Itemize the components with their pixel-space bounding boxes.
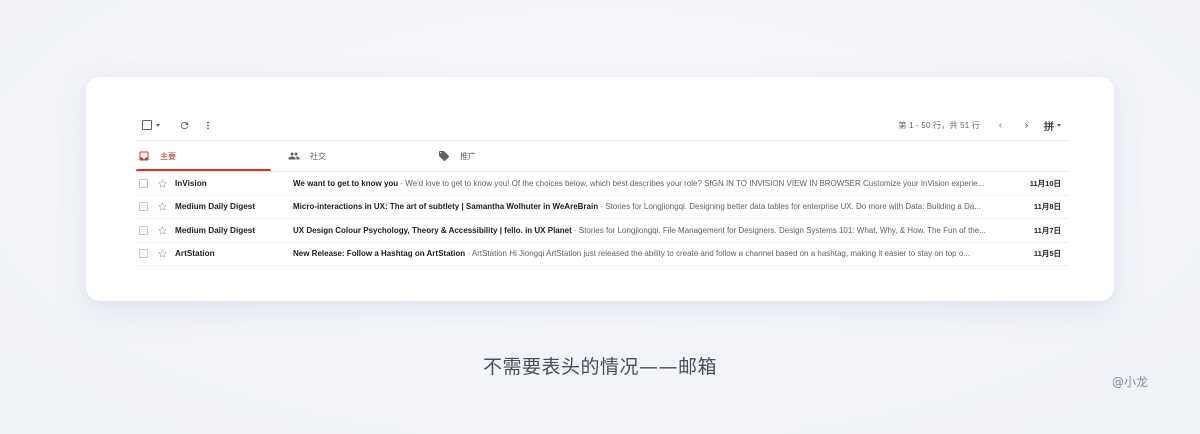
mail-subject: We want to get to know you — [293, 178, 399, 188]
mail-date: 11月8日 — [1033, 202, 1061, 212]
mail-snippet: We'd love to get to know you! Of the cho… — [405, 178, 985, 188]
slide-caption: 不需要表头的情况——邮箱 — [482, 356, 717, 378]
mail-date: 11月7日 — [1033, 225, 1061, 235]
toolbar-left — [136, 115, 218, 135]
mail-separator: - — [571, 225, 579, 235]
tab-social[interactable]: 社交 — [286, 141, 421, 171]
mail-sender: Medium Daily Digest — [175, 225, 256, 235]
mail-sender: InVision — [175, 178, 207, 188]
inbox-icon — [138, 150, 150, 162]
next-page-button[interactable] — [1016, 115, 1036, 135]
tag-icon — [438, 150, 450, 162]
checkbox-icon — [142, 120, 152, 130]
refresh-icon — [180, 121, 188, 129]
chevron-left-icon — [998, 122, 1002, 128]
mail-sender: Medium Daily Digest — [175, 202, 256, 212]
input-tools-button[interactable]: 拼 — [1044, 118, 1061, 133]
select-all-button[interactable] — [138, 115, 164, 135]
mail-snippet: Stories for Longjiongqi. Designing bette… — [605, 202, 981, 212]
mail-date: 11月5日 — [1033, 249, 1061, 259]
tab-social-label: 社交 — [310, 151, 326, 161]
author-credit: @小龙 — [1111, 375, 1148, 389]
mail-subject: Micro-interactions in UX: The art of sub… — [293, 202, 599, 212]
tab-primary-label: 主要 — [160, 151, 176, 161]
caret-down-icon — [1057, 123, 1061, 127]
mail-preview: We want to get to know you - We'd love t… — [293, 179, 1008, 188]
input-tools-label: 拼 — [1044, 121, 1054, 133]
slide: 第 1 - 50 行，共 51 行 拼 主要 社交 推广 InVision We… — [0, 0, 1200, 434]
chevron-right-icon — [1024, 122, 1028, 128]
more-vert-icon — [207, 121, 209, 129]
refresh-button[interactable] — [174, 115, 194, 135]
star-icon[interactable] — [157, 225, 168, 236]
star-icon[interactable] — [157, 248, 168, 259]
row-checkbox[interactable] — [139, 178, 148, 188]
mail-row[interactable]: ArtStation New Release: Follow a Hashtag… — [136, 243, 1069, 266]
tab-promotions-label: 推广 — [460, 151, 476, 161]
pagination-text: 第 1 - 50 行，共 51 行 — [898, 120, 980, 130]
tab-promotions[interactable]: 推广 — [436, 141, 571, 171]
mail-date: 11月10日 — [1029, 178, 1061, 188]
mail-row[interactable]: Medium Daily Digest Micro-interactions i… — [136, 196, 1069, 219]
caret-down-icon — [156, 123, 160, 127]
mail-preview: UX Design Colour Psychology, Theory & Ac… — [293, 226, 1008, 235]
mail-preview: New Release: Follow a Hashtag on ArtStat… — [293, 249, 1008, 258]
mail-separator: - — [465, 249, 472, 259]
mail-toolbar: 第 1 - 50 行，共 51 行 拼 — [136, 115, 1061, 135]
star-icon[interactable] — [157, 178, 168, 189]
mail-snippet: ArtStation Hi Jiongqi ArtStation just re… — [471, 249, 970, 259]
mail-row[interactable]: Medium Daily Digest UX Design Colour Psy… — [136, 219, 1069, 243]
mail-subject: UX Design Colour Psychology, Theory & Ac… — [293, 225, 572, 235]
star-icon[interactable] — [157, 201, 168, 212]
mail-list: InVision We want to get to know you - We… — [136, 172, 1069, 266]
toolbar-right: 第 1 - 50 行，共 51 行 拼 — [898, 115, 1061, 135]
mail-snippet: Stories for Longjiongqi. File Management… — [578, 225, 986, 235]
mail-preview: Micro-interactions in UX: The art of sub… — [293, 202, 1008, 211]
row-checkbox[interactable] — [139, 202, 148, 212]
category-tabs: 主要 社交 推广 — [136, 141, 1069, 171]
mail-subject: New Release: Follow a Hashtag on ArtStat… — [293, 249, 466, 259]
mail-sender: ArtStation — [175, 249, 215, 259]
mail-row[interactable]: InVision We want to get to know you - We… — [136, 172, 1069, 196]
prev-page-button[interactable] — [990, 115, 1010, 135]
mail-card: 第 1 - 50 行，共 51 行 拼 主要 社交 推广 InVision We… — [86, 77, 1114, 301]
more-options-button[interactable] — [198, 115, 218, 135]
tab-primary[interactable]: 主要 — [136, 141, 271, 171]
row-checkbox[interactable] — [139, 225, 148, 235]
row-checkbox[interactable] — [139, 249, 148, 259]
people-icon — [288, 150, 300, 162]
